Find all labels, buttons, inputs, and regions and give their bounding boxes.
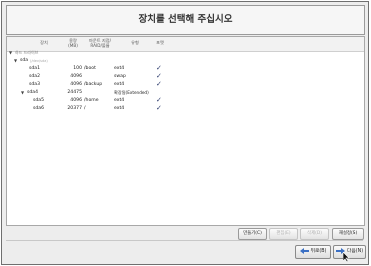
partition-type: ext4 <box>114 106 125 111</box>
page-title: 장치를 선택해 주십시오 <box>6 5 365 35</box>
partition-device: sda6 <box>33 106 45 111</box>
partition-row[interactable]: sda3 4096 /backup ext4 ✓ <box>7 80 364 89</box>
disk-label: sda <box>20 58 29 63</box>
column-mount[interactable]: 마운트 지점/ RAID/볼륨 <box>83 38 117 49</box>
tree-root-label: 하드 드라이브 <box>15 50 39 55</box>
partition-device: sda1 <box>29 66 41 71</box>
partition-row[interactable]: sda1 100 /boot ext4 ✓ <box>7 64 364 73</box>
partition-type: swap <box>114 74 126 79</box>
back-label: 뒤로(B) <box>310 249 327 254</box>
collapse-triangle-icon[interactable]: ▼ <box>21 90 24 95</box>
edit-button[interactable]: 편집(E) <box>269 228 298 240</box>
partition-row[interactable]: sda6 20377 / ext4 ✓ <box>7 104 364 113</box>
partition-type: ext4 <box>114 82 125 87</box>
partition-table: 장치 용량 (MB) 마운트 지점/ RAID/볼륨 유형 포맷 ▼ 하드 드라… <box>6 36 365 226</box>
format-check-icon: ✓ <box>156 104 162 112</box>
partition-row[interactable]: sda5 4096 /home ext4 ✓ <box>7 96 364 105</box>
partition-size: 4096 <box>70 74 82 79</box>
column-format[interactable]: 포맷 <box>153 40 167 46</box>
partition-mount: /backup <box>84 82 103 87</box>
column-type[interactable]: 유형 <box>125 40 145 46</box>
partition-row[interactable]: ▼ sda4 24475 확장됨(Extended) <box>7 89 364 97</box>
tree-row-sda[interactable]: ▼ sda (/dev/sda) <box>7 57 364 65</box>
collapse-triangle-icon[interactable]: ▼ <box>14 58 17 63</box>
back-arrow-icon <box>299 247 309 254</box>
partition-device: sda3 <box>29 82 41 87</box>
column-device[interactable]: 장치 <box>29 40 59 46</box>
partition-size: 4096 <box>70 82 82 87</box>
partition-type: ext4 <box>114 66 125 71</box>
partition-type: ext4 <box>114 98 125 103</box>
partition-row[interactable]: sda2 4096 swap ✓ <box>7 72 364 81</box>
installer-window: 장치를 선택해 주십시오 장치 용량 (MB) 마운트 지점/ RAID/볼륨 … <box>1 1 369 265</box>
partition-size: 24475 <box>67 90 82 95</box>
partition-size: 100 <box>73 66 82 71</box>
format-check-icon: ✓ <box>156 72 162 80</box>
back-button[interactable]: 뒤로(B) <box>295 245 331 259</box>
column-size[interactable]: 용량 (MB) <box>65 38 81 49</box>
partition-type: 확장됨(Extended) <box>114 90 149 95</box>
format-check-icon: ✓ <box>156 96 162 104</box>
partition-size: 4096 <box>70 98 82 103</box>
partition-device: sda2 <box>29 74 41 79</box>
format-check-icon: ✓ <box>156 64 162 72</box>
partition-device: sda4 <box>27 90 39 95</box>
partition-mount: /home <box>84 98 99 103</box>
collapse-triangle-icon[interactable]: ▼ <box>9 50 12 55</box>
disk-path: (/dev/sda) <box>30 58 48 63</box>
reset-button[interactable]: 재설정(S) <box>332 228 364 240</box>
partition-mount: / <box>84 106 86 111</box>
partition-device: sda5 <box>33 98 45 103</box>
format-check-icon: ✓ <box>156 80 162 88</box>
tree-row-hard-drives[interactable]: ▼ 하드 드라이브 <box>7 49 364 57</box>
partition-size: 20377 <box>67 106 82 111</box>
mouse-cursor-icon <box>343 252 350 262</box>
create-button[interactable]: 만들기(C) <box>238 228 267 240</box>
partition-mount: /boot <box>84 66 96 71</box>
delete-button[interactable]: 삭제(D) <box>300 228 329 240</box>
separator <box>6 240 363 241</box>
